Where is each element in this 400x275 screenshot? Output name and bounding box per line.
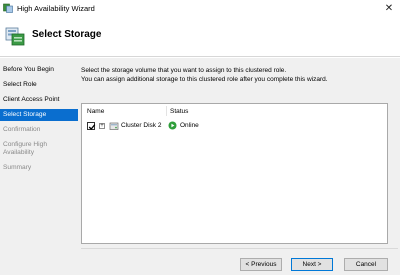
disk-checkbox[interactable] (87, 122, 96, 130)
checkmark-icon (88, 124, 96, 130)
disk-name: Cluster Disk 2 (121, 122, 162, 129)
online-status-icon (168, 121, 177, 130)
nav-step-select-role[interactable]: Select Role (0, 79, 78, 91)
title-bar: High Availability Wizard ✕ (0, 0, 400, 17)
expand-icon[interactable]: + (99, 123, 105, 129)
column-header-status[interactable]: Status (170, 108, 188, 115)
wizard-header: Select Storage (0, 17, 400, 57)
cancel-button[interactable]: Cancel (344, 258, 388, 271)
cluster-wizard-icon (3, 3, 13, 13)
nav-step-client-access-point[interactable]: Client Access Point (0, 94, 78, 106)
table-row[interactable]: + Cluster Disk 2 Online (82, 120, 387, 132)
previous-button[interactable]: < Previous (240, 258, 282, 271)
close-icon[interactable]: ✕ (378, 0, 400, 17)
column-divider[interactable] (166, 106, 167, 116)
cluster-disk-icon (109, 122, 119, 130)
wizard-footer (0, 252, 400, 275)
nav-step-select-storage[interactable]: Select Storage (0, 109, 78, 121)
column-header-name[interactable]: Name (87, 108, 104, 115)
instruction-line-1: Select the storage volume that you want … (81, 67, 287, 74)
nav-step-configure-high-availability: Configure High Availability (3, 141, 47, 156)
window-title: High Availability Wizard (17, 4, 95, 13)
nav-step-confirmation: Confirmation (3, 126, 41, 133)
wizard-steps-nav: Before You Begin Select Role Client Acce… (0, 64, 78, 177)
wizard-body: Before You Begin Select Role Client Acce… (0, 58, 400, 275)
instructions: Select the storage volume that you want … (81, 67, 397, 84)
page-title: Select Storage (32, 29, 102, 40)
nav-step-before-you-begin[interactable]: Before You Begin (0, 64, 78, 76)
disk-status: Online (180, 122, 199, 129)
footer-divider (81, 248, 398, 249)
storage-cluster-icon (5, 27, 25, 46)
list-header: Name Status (82, 104, 387, 118)
nav-step-summary: Summary (3, 164, 32, 171)
next-button[interactable]: Next > (291, 258, 333, 271)
instruction-line-2: You can assign additional storage to thi… (81, 75, 328, 83)
storage-list: Name Status + Cluster Disk 2 Online (81, 103, 388, 244)
